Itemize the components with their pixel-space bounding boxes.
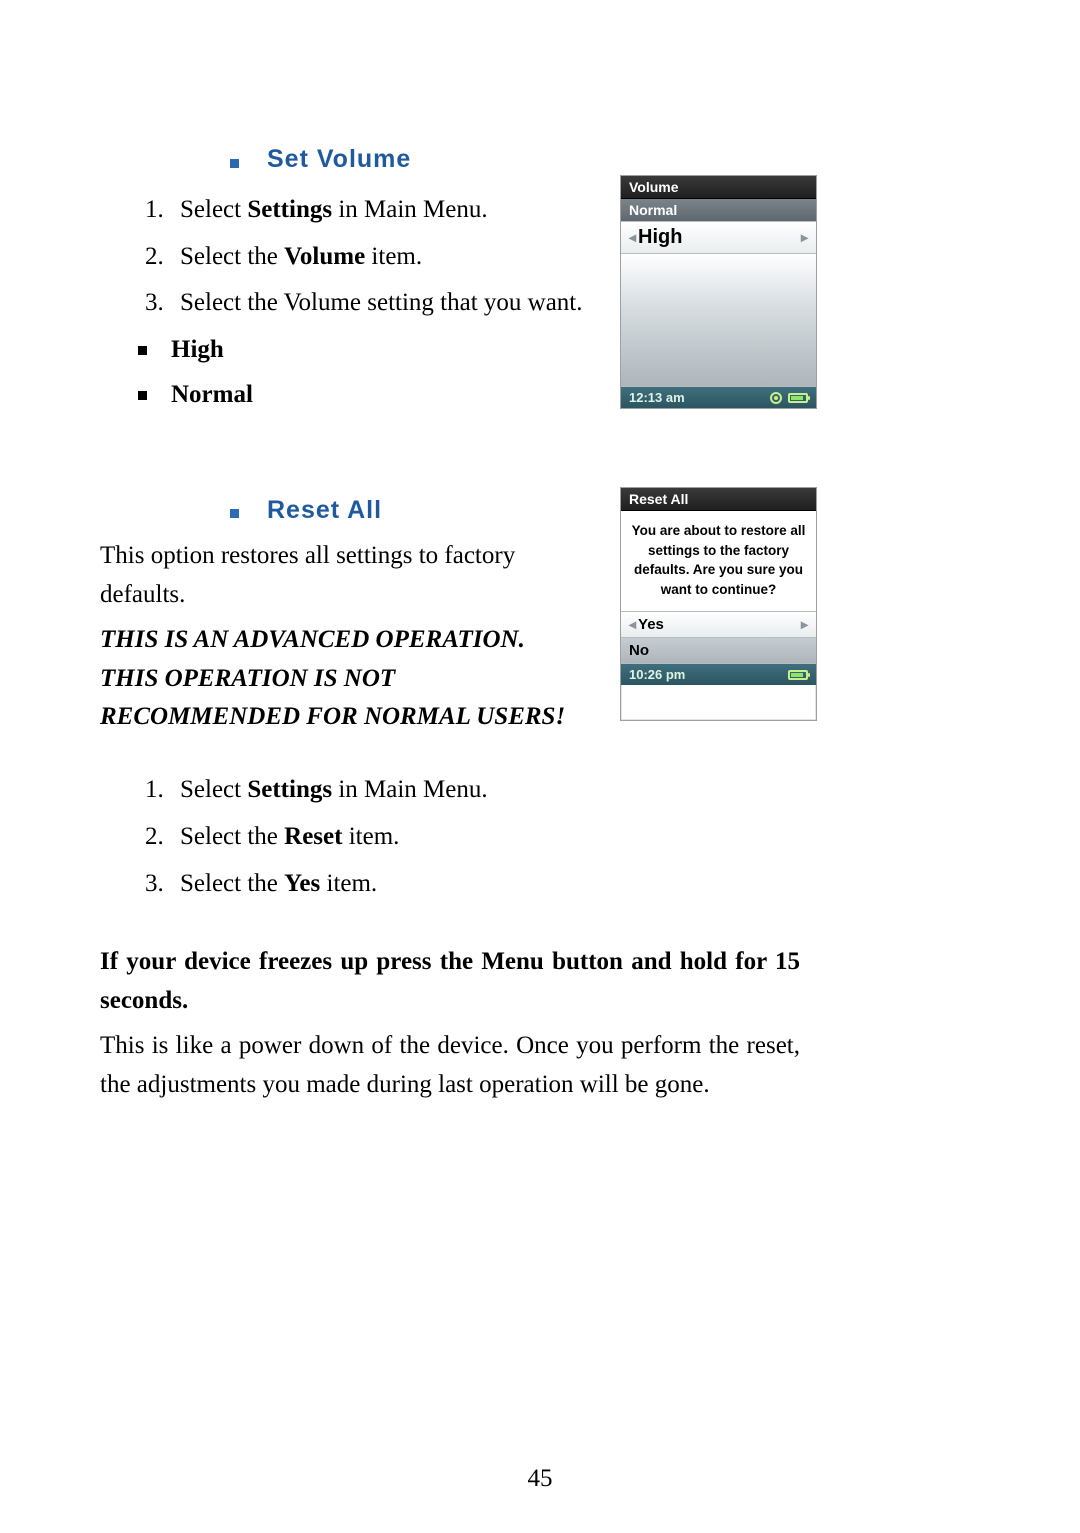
section-title-reset-all: Reset All [267, 491, 382, 530]
reset-steps: Select Settings in Main Menu. Select the… [100, 771, 800, 903]
text-column: Set Volume Select Settings in Main Menu.… [100, 140, 800, 1104]
list-item: High [138, 331, 800, 370]
set-volume-steps: Select Settings in Main Menu. Select the… [100, 191, 800, 323]
page: Volume Normal ◂ High ▸ 12:13 am Reset Al… [0, 0, 1080, 1533]
step-text: item. [342, 823, 399, 850]
section-title-reset-all-row: Reset All [230, 491, 800, 538]
list-item: Select the Reset item. [170, 818, 800, 857]
section-title-set-volume-row: Set Volume [230, 140, 800, 187]
chevron-right-icon: ▸ [801, 616, 808, 633]
step-text: in Main Menu. [332, 776, 488, 803]
bullet-square-icon [138, 391, 147, 400]
list-item: Normal [138, 376, 800, 415]
step-text: Select the [180, 243, 284, 270]
option-label: High [171, 331, 224, 370]
option-label: Normal [171, 376, 253, 415]
step-text: item. [365, 243, 422, 270]
step-bold: Settings [247, 776, 332, 803]
step-bold: Settings [247, 196, 332, 223]
chevron-right-icon: ▸ [801, 229, 808, 246]
step-text: Select the [180, 823, 284, 850]
step-text: in Main Menu. [332, 196, 488, 223]
list-item: Select the Yes item. [170, 865, 800, 904]
volume-options: High Normal [100, 331, 800, 415]
freeze-body: This is like a power down of the device.… [100, 1027, 800, 1105]
list-item: Select the Volume setting that you want. [170, 284, 800, 323]
step-bold: Yes [284, 870, 320, 897]
bullet-square-icon [230, 509, 239, 518]
page-number: 45 [0, 1465, 1080, 1493]
step-text: Select [180, 776, 247, 803]
step-bold: Reset [284, 823, 342, 850]
section-title-set-volume: Set Volume [267, 140, 411, 179]
list-item: Select Settings in Main Menu. [170, 771, 800, 810]
reset-intro: This option restores all settings to fac… [100, 537, 580, 615]
freeze-heading: If your device freezes up press the Menu… [100, 943, 800, 1021]
step-text: item. [320, 870, 377, 897]
step-text: Select [180, 196, 247, 223]
list-item: Select the Volume item. [170, 238, 800, 277]
reset-warning: THIS IS AN ADVANCED OPERATION. THIS OPER… [100, 621, 580, 737]
list-item: Select Settings in Main Menu. [170, 191, 800, 230]
step-text: Select the Volume setting that you want. [180, 289, 583, 316]
bullet-square-icon [138, 346, 147, 355]
step-bold: Volume [284, 243, 365, 270]
step-text: Select the [180, 870, 284, 897]
bullet-square-icon [230, 159, 239, 168]
